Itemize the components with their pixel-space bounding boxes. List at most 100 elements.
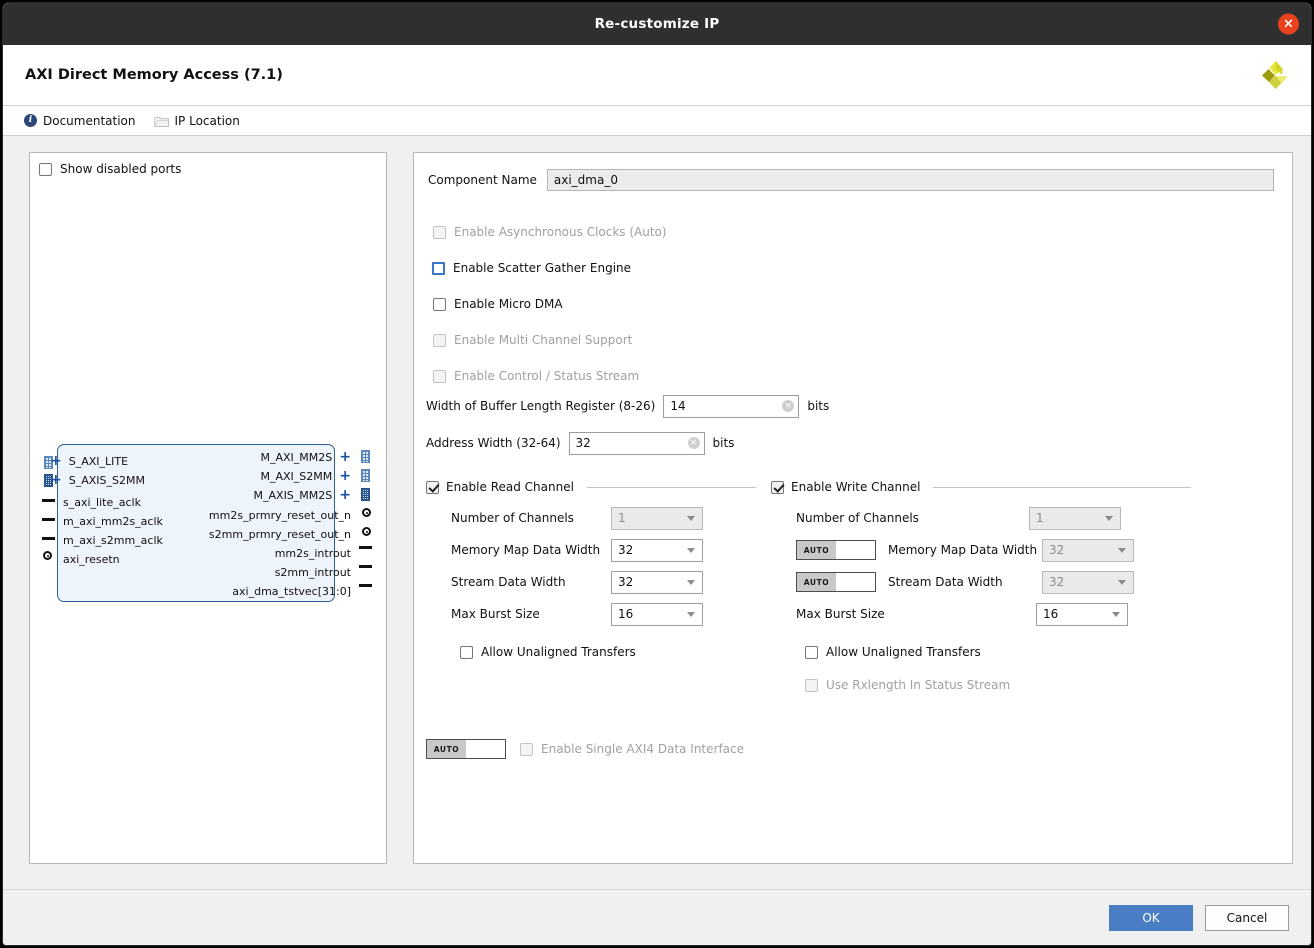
enable-micro-dma-checkbox[interactable]: Enable Micro DMA [426,293,1274,315]
port-text: S_AXI_LITE [68,454,129,468]
cancel-button[interactable]: Cancel [1205,904,1289,931]
port-text: m_axi_mm2s_aclk [63,514,163,528]
expand-plus-icon[interactable]: + [339,488,351,502]
port-text: S_AXIS_S2MM [68,473,145,487]
read-allow-unaligned-transfers-checkbox[interactable]: Allow Unaligned Transfers [460,639,756,665]
read-number-of-channels-label: Number of Channels [451,511,574,525]
xilinx-logo [1257,58,1291,92]
write-allow-unaligned-transfers-checkbox[interactable]: Allow Unaligned Transfers [805,639,1191,665]
port-stub-s2mm-reset-out [362,527,371,536]
auto-toggle-label: AUTO [797,573,836,591]
ip-location-label: IP Location [174,113,240,128]
write-stream-auto-toggle[interactable]: AUTO [796,572,876,592]
port-label-s2mm-reset-out: s2mm_prmry_reset_out_n [209,525,351,543]
address-width-input[interactable]: 32 × [568,431,705,455]
enable-scatter-gather-checkbox[interactable]: Enable Scatter Gather Engine [426,257,1274,279]
port-label-s-axis-s2mm[interactable]: + S_AXIS_S2MM [50,471,145,489]
port-stub-m-axis-mm2s [361,488,370,501]
chevron-down-icon [687,547,695,553]
ip-symbol-diagram: + S_AXI_LITE + S_AXIS_S2MM s_axi_lite_ac… [42,436,372,611]
port-label-mm2s-reset-out: mm2s_prmry_reset_out_n [209,506,351,524]
write-memory-map-auto-toggle[interactable]: AUTO [796,540,876,560]
port-text: s2mm_introut [274,565,351,579]
checkbox-box[interactable] [433,297,446,311]
auto-toggle-label: AUTO [427,740,466,758]
checkbox-box[interactable] [771,480,784,494]
checkbox-box [805,678,818,692]
port-label-s-axi-lite[interactable]: + S_AXI_LITE [50,452,128,470]
address-width-value: 32 [575,436,591,450]
port-text: M_AXI_MM2S [260,450,333,464]
clear-icon[interactable]: × [782,400,795,412]
ip-location-button[interactable]: IP Location [153,113,240,128]
port-stub-axi-resetn [43,551,52,560]
show-disabled-ports-checkbox[interactable]: Show disabled ports [30,153,386,176]
clear-icon[interactable]: × [687,437,700,449]
enable-micro-dma-label: Enable Micro DMA [454,297,563,311]
enable-control-status-stream-checkbox: Enable Control / Status Stream [426,365,1274,387]
select-value: 32 [618,543,634,557]
port-label-axi-resetn: axi_resetn [63,550,120,568]
diagram-panel: Show disabled ports + S_AXI_LITE + S_AXI… [29,152,387,864]
chevron-down-icon [1118,579,1126,585]
chevron-down-icon [687,611,695,617]
enable-async-clocks-label: Enable Asynchronous Clocks (Auto) [454,225,667,239]
port-label-axi-dma-tstvec: axi_dma_tstvec[31:0] [232,582,351,600]
port-text: axi_resetn [63,552,120,566]
enable-read-channel-checkbox[interactable]: Enable Read Channel [426,478,756,496]
checkbox-box[interactable] [432,261,445,275]
read-max-burst-size-label: Max Burst Size [451,607,540,621]
select-value: 32 [618,575,634,589]
close-icon[interactable]: × [1278,13,1299,35]
component-name-label: Component Name [428,173,537,187]
checkbox-box[interactable] [805,645,818,659]
checkbox-box [39,162,52,176]
config-panel: Component Name axi_dma_0 Enable Asynchro… [413,152,1293,864]
buffer-length-label: Width of Buffer Length Register (8-26) [426,399,656,413]
expand-plus-icon[interactable]: + [339,450,351,464]
single-axi4-auto-toggle[interactable]: AUTO [426,739,506,759]
checkbox-box[interactable] [426,480,439,494]
chevron-down-icon [687,579,695,585]
port-label-m-axi-mm2s[interactable]: M_AXI_MM2S + [261,448,352,466]
show-disabled-ports-label: Show disabled ports [60,162,182,176]
select-value: 16 [1043,607,1059,621]
address-width-units: bits [712,436,735,450]
ok-button[interactable]: OK [1109,904,1193,931]
write-memory-map-data-width-row: AUTO Memory Map Data Width 32 [771,534,1191,566]
expand-plus-icon[interactable]: + [339,469,351,483]
component-name-input[interactable]: axi_dma_0 [546,169,1274,191]
port-stub-m-axi-mm2s-aclk [42,518,55,521]
write-number-of-channels-select: 1 [1029,506,1121,530]
read-memory-map-data-width-select[interactable]: 32 [611,538,703,562]
enable-single-axi4-label: Enable Single AXI4 Data Interface [541,742,745,756]
use-rxlength-in-status-stream-checkbox: Use Rxlength In Status Stream [805,672,1191,698]
select-value: 1 [1036,511,1044,525]
enable-write-channel-checkbox[interactable]: Enable Write Channel [771,478,1191,496]
group-divider [933,486,1191,488]
window-title: Re-customize IP [594,16,720,32]
port-label-m-axi-s2mm[interactable]: M_AXI_S2MM + [261,467,352,485]
checkbox-box[interactable] [460,645,473,659]
port-label-s-axi-lite-aclk: s_axi_lite_aclk [63,493,141,511]
buffer-length-input[interactable]: 14 × [663,394,800,418]
read-max-burst-size-select[interactable]: 16 [611,602,703,626]
documentation-button[interactable]: i Documentation [24,114,136,128]
write-allow-unaligned-transfers-label: Allow Unaligned Transfers [826,645,981,659]
chevron-down-icon [687,515,695,521]
checkbox-box [433,225,446,239]
port-label-m-axis-mm2s[interactable]: M_AXIS_MM2S + [254,486,351,504]
enable-scatter-gather-label: Enable Scatter Gather Engine [453,261,632,275]
write-max-burst-size-select[interactable]: 16 [1036,602,1128,626]
recustomize-ip-dialog: Re-customize IP × AXI Direct Memory Acce… [2,2,1312,946]
port-stub-m-axi-mm2s [361,450,370,463]
read-number-of-channels-row: Number of Channels 1 [426,502,756,534]
expand-plus-icon[interactable]: + [50,473,62,487]
read-stream-data-width-select[interactable]: 32 [611,570,703,594]
port-stub-s2mm-introut [359,565,372,568]
port-text: s_axi_lite_aclk [63,495,141,509]
buffer-length-row: Width of Buffer Length Register (8-26) 1… [426,394,1274,418]
write-memory-map-data-width-label: Memory Map Data Width [888,543,1038,557]
page-title: AXI Direct Memory Access (7.1) [25,67,283,83]
expand-plus-icon[interactable]: + [50,454,62,468]
